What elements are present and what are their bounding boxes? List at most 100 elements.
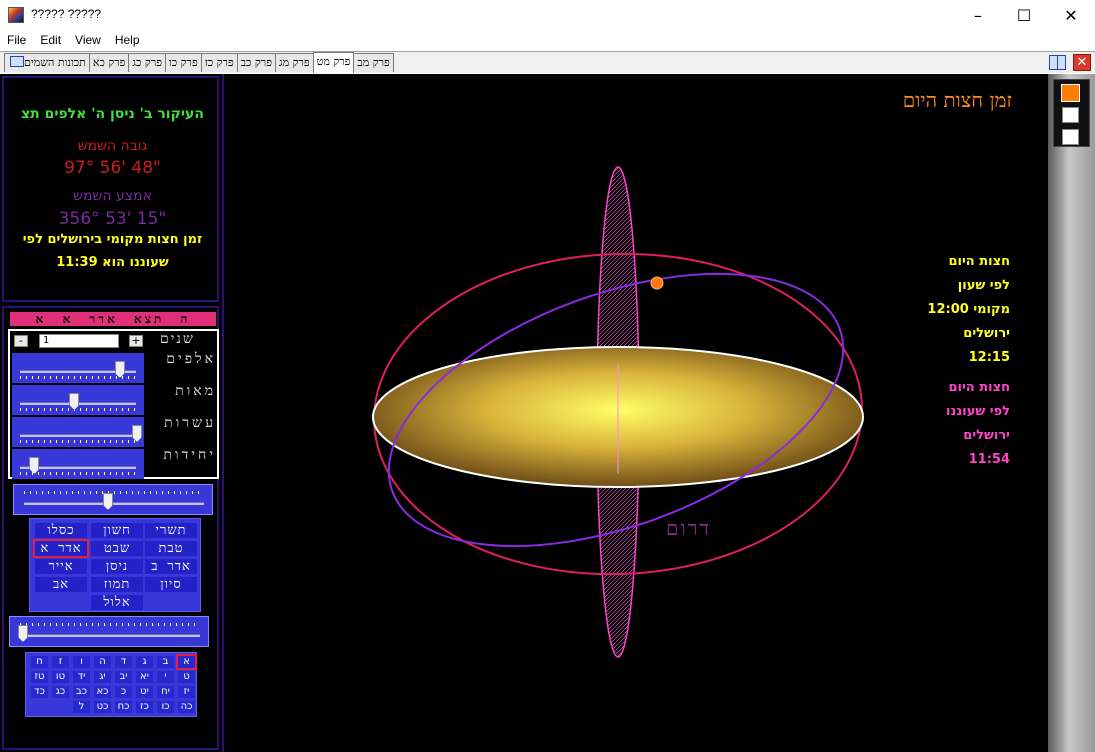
tab-3[interactable]: פרק כו (164, 53, 202, 72)
tab-0[interactable]: תכונות השמים (4, 53, 90, 72)
yellow-block-line: מקומי 12:00 (927, 302, 1010, 317)
day-slider-thumb[interactable] (18, 625, 28, 642)
menu-file[interactable]: File (0, 31, 33, 51)
info-title: העיקור ב' ניסן ה' אלפים תצ (21, 106, 204, 122)
date-bar: ה תצא אדר א א (10, 312, 216, 326)
month-item[interactable]: טבת (145, 541, 197, 556)
day-item[interactable]: ז (52, 656, 69, 668)
day-item[interactable]: יג (94, 671, 111, 683)
day-item[interactable]: כז (136, 701, 153, 713)
day-item[interactable]: כ (115, 686, 132, 698)
month-item[interactable]: סיון (145, 577, 197, 592)
tab-7[interactable]: פרק מט (312, 52, 355, 73)
day-item[interactable]: יא (136, 671, 153, 683)
day-item[interactable]: טז (31, 671, 48, 683)
units-slider[interactable] (12, 449, 144, 479)
month-item[interactable]: חשון (91, 523, 143, 538)
sky-view: זמן חצות היום חצות היום לפי שעון מקומי 12:… (222, 74, 1048, 752)
day-item[interactable]: יז (178, 686, 195, 698)
day-item[interactable]: כג (52, 686, 69, 698)
day-item[interactable]: כו (157, 701, 174, 713)
month-item[interactable]: אייר (35, 559, 87, 574)
month-item[interactable]: אב (35, 577, 87, 592)
tab-label: פרק כז (204, 56, 234, 69)
thousands-label: אלפים (166, 351, 216, 367)
day-item[interactable]: כב (73, 686, 90, 698)
years-panel: - 1 + שנים אלפים מאות עשרות יחידות (8, 329, 219, 479)
units-label: יחידות (163, 447, 216, 463)
view-option-1[interactable] (1061, 84, 1080, 102)
tab-2[interactable]: פרק כג (128, 53, 166, 72)
month-slider-thumb[interactable] (103, 493, 113, 510)
month-slider[interactable] (13, 484, 213, 515)
minimize-button[interactable]: – (955, 0, 1001, 31)
month-item[interactable]: ניסן (91, 559, 143, 574)
tab-1[interactable]: פרק כא (88, 53, 130, 72)
tens-slider[interactable] (12, 417, 144, 447)
tab-label: תכונות השמים (24, 56, 86, 69)
yellow-block-line: חצות היום (948, 254, 1010, 269)
tab-8[interactable]: פרק מב (353, 53, 394, 72)
tab-label: פרק כג (132, 56, 162, 69)
day-grid: א ב ג ד ה ו ז ח ט י יא יב יג יד טו טז יז יח יט כ כא כב כג כד כה כ… (25, 652, 197, 717)
month-item[interactable]: אדר ב (145, 559, 197, 574)
day-item[interactable]: יד (73, 671, 90, 683)
day-item[interactable]: יט (136, 686, 153, 698)
tab-6[interactable]: פרק מג (274, 53, 314, 72)
pink-block-line: חצות היום (948, 380, 1010, 395)
years-plus-button[interactable]: + (129, 335, 143, 347)
hundreds-slider[interactable] (12, 385, 144, 415)
month-grid: תשרי חשון כסלו טבת שבט אדר א אדר ב ניסן אייר סיון… (29, 518, 201, 612)
month-item[interactable]: תשרי (145, 523, 197, 538)
day-item[interactable]: ד (115, 656, 132, 668)
tab-5[interactable]: פרק כב (236, 53, 276, 72)
years-minus-button[interactable]: - (14, 335, 28, 347)
day-item[interactable]: ח (31, 656, 48, 668)
thousands-slider[interactable] (12, 353, 144, 383)
sun-height-value: 97° 56' 48" (64, 158, 161, 178)
book-icon[interactable] (1049, 55, 1066, 70)
tab-label: פרק מב (357, 56, 390, 69)
day-item[interactable]: ה (94, 656, 111, 668)
view-option-2[interactable] (1062, 107, 1079, 123)
sun-mid-value: 356° 53' 15" (58, 209, 167, 229)
local-time-line1: זמן חצות מקומי בירושלים לפי (22, 232, 203, 247)
month-item[interactable]: תמוז (91, 577, 143, 592)
view-option-3[interactable] (1062, 129, 1079, 145)
month-item[interactable]: אלול (91, 595, 143, 610)
years-input[interactable]: 1 (39, 334, 119, 348)
close-tab-icon[interactable]: ✕ (1073, 54, 1091, 71)
day-item[interactable]: כא (94, 686, 111, 698)
day-item[interactable]: טו (52, 671, 69, 683)
day-item[interactable]: ב (157, 656, 174, 668)
day-item[interactable]: ו (73, 656, 90, 668)
day-item[interactable]: א (176, 654, 197, 670)
yellow-block-line: לפי שעון (957, 278, 1010, 293)
month-item[interactable]: אדר א (33, 539, 89, 558)
day-item[interactable]: כח (115, 701, 132, 713)
day-item[interactable]: י (157, 671, 174, 683)
maximize-button[interactable]: ☐ (1001, 0, 1047, 31)
day-item[interactable]: ט (178, 671, 195, 683)
menu-edit[interactable]: Edit (33, 31, 68, 51)
day-item[interactable]: ג (136, 656, 153, 668)
month-item[interactable]: כסלו (35, 523, 87, 538)
day-item[interactable]: כד (31, 686, 48, 698)
tab-label: פרק כא (92, 56, 126, 69)
day-item[interactable]: כה (178, 701, 195, 713)
day-item[interactable]: יח (157, 686, 174, 698)
day-item[interactable]: יב (115, 671, 132, 683)
month-item[interactable]: שבט (91, 541, 143, 556)
day-item[interactable]: ל (73, 701, 90, 713)
view-selector (1053, 79, 1090, 147)
right-scrollbar[interactable] (1048, 74, 1095, 752)
day-item[interactable]: כט (94, 701, 111, 713)
menu-bar: File Edit View Help (0, 31, 1095, 51)
day-slider[interactable] (9, 616, 209, 647)
menu-help[interactable]: Help (108, 31, 147, 51)
tab-4[interactable]: פרק כז (200, 53, 238, 72)
menu-view[interactable]: View (68, 31, 108, 51)
yellow-block-line: ירושלים (963, 326, 1010, 341)
tab-label: פרק מט (316, 55, 351, 68)
close-button[interactable]: ✕ (1048, 0, 1094, 31)
